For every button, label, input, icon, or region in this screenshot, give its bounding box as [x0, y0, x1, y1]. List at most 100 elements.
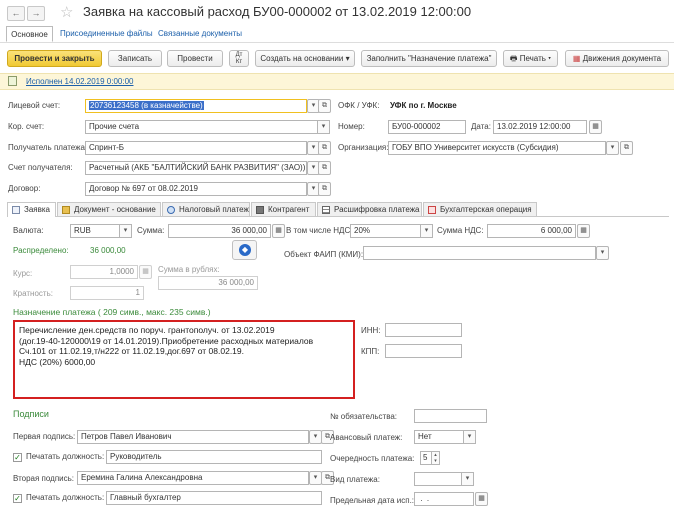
- vat-rate-dropdown-button[interactable]: ▾: [421, 224, 433, 238]
- second-position-field[interactable]: Главный бухгалтер: [106, 491, 322, 505]
- first-signature-label: Первая подпись:: [13, 432, 76, 441]
- print-position-checkbox-1[interactable]: ✓: [13, 453, 22, 462]
- first-signature-field[interactable]: Петров Павел Иванович: [77, 430, 309, 444]
- ledger-icon: [428, 206, 436, 214]
- inn-field[interactable]: [385, 323, 462, 337]
- tab-related-docs[interactable]: Связанные документы: [158, 29, 242, 38]
- recipient-open-icon[interactable]: ⧉: [318, 141, 331, 155]
- recipient-account-field[interactable]: Расчетный (АКБ "БАЛТИЙСКИЙ БАНК РАЗВИТИЯ…: [85, 161, 307, 175]
- rub-sum-field[interactable]: 36 000,00: [158, 276, 258, 290]
- contract-label: Договор:: [8, 184, 41, 193]
- deadline-field[interactable]: . .: [414, 492, 474, 506]
- sum-field[interactable]: 36 000,00: [168, 224, 271, 238]
- order-stepper[interactable]: ▴ ▾: [432, 451, 440, 465]
- deadline-calendar-icon[interactable]: ▦: [475, 492, 488, 506]
- advance-field[interactable]: Нет: [414, 430, 464, 444]
- faip-field[interactable]: [363, 246, 596, 260]
- ofk-value: УФК по г. Москве: [390, 101, 457, 110]
- org-field[interactable]: ГОБУ ВПО Университет искусств (Субсидия): [388, 141, 606, 155]
- second-signature-field[interactable]: Еремина Галина Александровна: [77, 471, 309, 485]
- rate-calculator-icon[interactable]: ▦: [139, 265, 152, 279]
- date-label: Дата:: [471, 122, 491, 131]
- number-field[interactable]: БУ00-000002: [388, 120, 466, 134]
- org-dropdown-button[interactable]: ▾: [606, 141, 619, 155]
- tab-attached-files[interactable]: Присоединенные файлы: [60, 29, 153, 38]
- post-and-close-button[interactable]: Провести и закрыть: [7, 50, 102, 67]
- tab-request[interactable]: Заявка: [7, 202, 56, 217]
- first-position-field[interactable]: Руководитель: [106, 450, 322, 464]
- create-based-on-button[interactable]: Создать на основании ▾: [255, 50, 355, 67]
- tab-accounting-operation[interactable]: Бухгалтерская операция: [423, 202, 537, 216]
- movements-icon: ▦: [572, 54, 581, 63]
- payment-type-field[interactable]: [414, 472, 462, 486]
- distribute-icon: ◆: [239, 244, 251, 256]
- back-button[interactable]: ←: [7, 6, 25, 21]
- status-icon: [8, 76, 17, 86]
- print-button[interactable]: 🖶 Печать ▾: [503, 50, 558, 67]
- signatures-title: Подписи: [13, 409, 49, 419]
- recipient-field[interactable]: Спринт-Б: [85, 141, 307, 155]
- advance-label: Авансовый платеж:: [330, 433, 403, 442]
- save-button[interactable]: Записать: [108, 50, 162, 67]
- payment-type-dropdown-button[interactable]: ▾: [462, 472, 474, 486]
- rate-label: Курс:: [13, 269, 33, 278]
- currency-field[interactable]: RUB: [70, 224, 120, 238]
- tab-basis-document[interactable]: Документ - основание: [57, 202, 161, 216]
- vat-calculator-icon[interactable]: ▦: [577, 224, 590, 238]
- vat-sum-field[interactable]: 6 000,00: [487, 224, 576, 238]
- order-label: Очередность платежа:: [330, 454, 415, 463]
- obligation-field[interactable]: [414, 409, 487, 423]
- fill-purpose-button[interactable]: Заполнить "Назначение платежа": [361, 50, 497, 67]
- purpose-line: НДС (20%) 6000,00: [19, 356, 96, 367]
- tab-counterparty[interactable]: Контрагент: [251, 202, 316, 216]
- corr-field[interactable]: Прочие счета: [85, 120, 318, 134]
- account-open-icon[interactable]: ⧉: [318, 99, 331, 113]
- calendar-icon[interactable]: ▦: [589, 120, 602, 134]
- multiplicity-field[interactable]: 1: [70, 286, 144, 300]
- tab-tax-payment[interactable]: Налоговый платеж: [162, 202, 250, 216]
- currency-dropdown-button[interactable]: ▾: [120, 224, 132, 238]
- org-open-icon[interactable]: ⧉: [620, 141, 633, 155]
- advance-dropdown-button[interactable]: ▾: [464, 430, 476, 444]
- vat-included-label: В том числе НДС:: [286, 226, 353, 235]
- nav-divider: [0, 42, 674, 43]
- obligation-label: № обязательства:: [330, 412, 398, 421]
- contract-field[interactable]: Договор № 697 от 08.02.2019: [85, 182, 307, 196]
- status-text[interactable]: Исполнен 14.02.2019 0:00:00: [26, 77, 133, 86]
- payment-type-label: Вид платежа:: [330, 475, 380, 484]
- org-label: Организация:: [338, 143, 389, 152]
- distribute-button[interactable]: ◆: [232, 240, 257, 260]
- tab-payment-breakdown[interactable]: Расшифровка платежа: [317, 202, 422, 216]
- rate-field[interactable]: 1,0000: [70, 265, 138, 279]
- corr-dropdown-button[interactable]: ▾: [318, 120, 330, 134]
- date-field[interactable]: 13.02.2019 12:00:00: [493, 120, 587, 134]
- vat-rate-field[interactable]: 20%: [350, 224, 421, 238]
- kpp-label: КПП:: [361, 347, 380, 356]
- order-field[interactable]: 5: [420, 451, 432, 465]
- tax-icon: [167, 206, 175, 214]
- recipient-account-label: Счет получателя:: [8, 163, 73, 172]
- purpose-line: (дог.19-40-120000\19 от 14.01.2019).Прио…: [19, 335, 314, 346]
- tab-main[interactable]: Основное: [6, 26, 53, 42]
- purpose-textarea[interactable]: Перечисление ден.средств по поруч. грант…: [13, 320, 355, 399]
- document-movements-button[interactable]: ▦ Движения документа: [565, 50, 669, 67]
- recipient-account-open-icon[interactable]: ⧉: [318, 161, 331, 175]
- recipient-label: Получатель платежа:: [8, 143, 88, 152]
- post-button[interactable]: Провести: [167, 50, 223, 67]
- contract-open-icon[interactable]: ⧉: [318, 182, 331, 196]
- print-position-checkbox-2[interactable]: ✓: [13, 494, 22, 503]
- purpose-line: Сч.101 от 11.02.19,т/н222 от 11.02.19,до…: [19, 346, 244, 356]
- dt-kt-button[interactable]: Дт Кт: [229, 50, 249, 67]
- account-field[interactable]: 20736123458 (в казначействе): [85, 99, 307, 113]
- rub-sum-label: Сумма в рублях:: [158, 265, 220, 274]
- favorite-star-icon[interactable]: ☆: [60, 3, 73, 21]
- printer-icon: 🖶: [509, 54, 518, 63]
- currency-label: Валюта:: [13, 226, 44, 235]
- vat-sum-label: Сумма НДС:: [437, 226, 484, 235]
- print-position-label-1: Печатать должность:: [26, 452, 105, 461]
- kpp-field[interactable]: [385, 344, 462, 358]
- calculator-icon[interactable]: ▦: [272, 224, 285, 238]
- faip-dropdown-button[interactable]: ▾: [596, 246, 609, 260]
- number-label: Номер:: [338, 122, 365, 131]
- forward-button[interactable]: →: [27, 6, 45, 21]
